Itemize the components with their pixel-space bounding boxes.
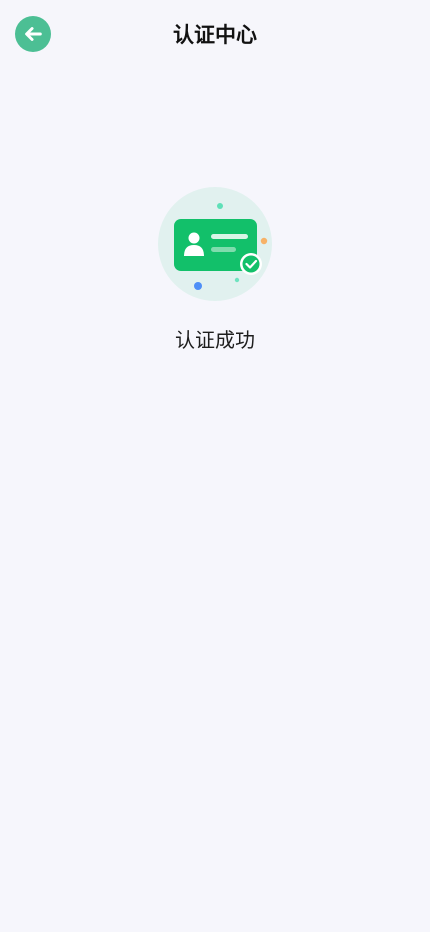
header-bar: 认证中心 <box>0 0 430 70</box>
verified-id-card-icon <box>158 187 272 301</box>
auth-result-text: 认证成功 <box>175 328 255 352</box>
page-title: 认证中心 <box>173 23 257 47</box>
verified-id-card-illustration <box>153 182 277 306</box>
